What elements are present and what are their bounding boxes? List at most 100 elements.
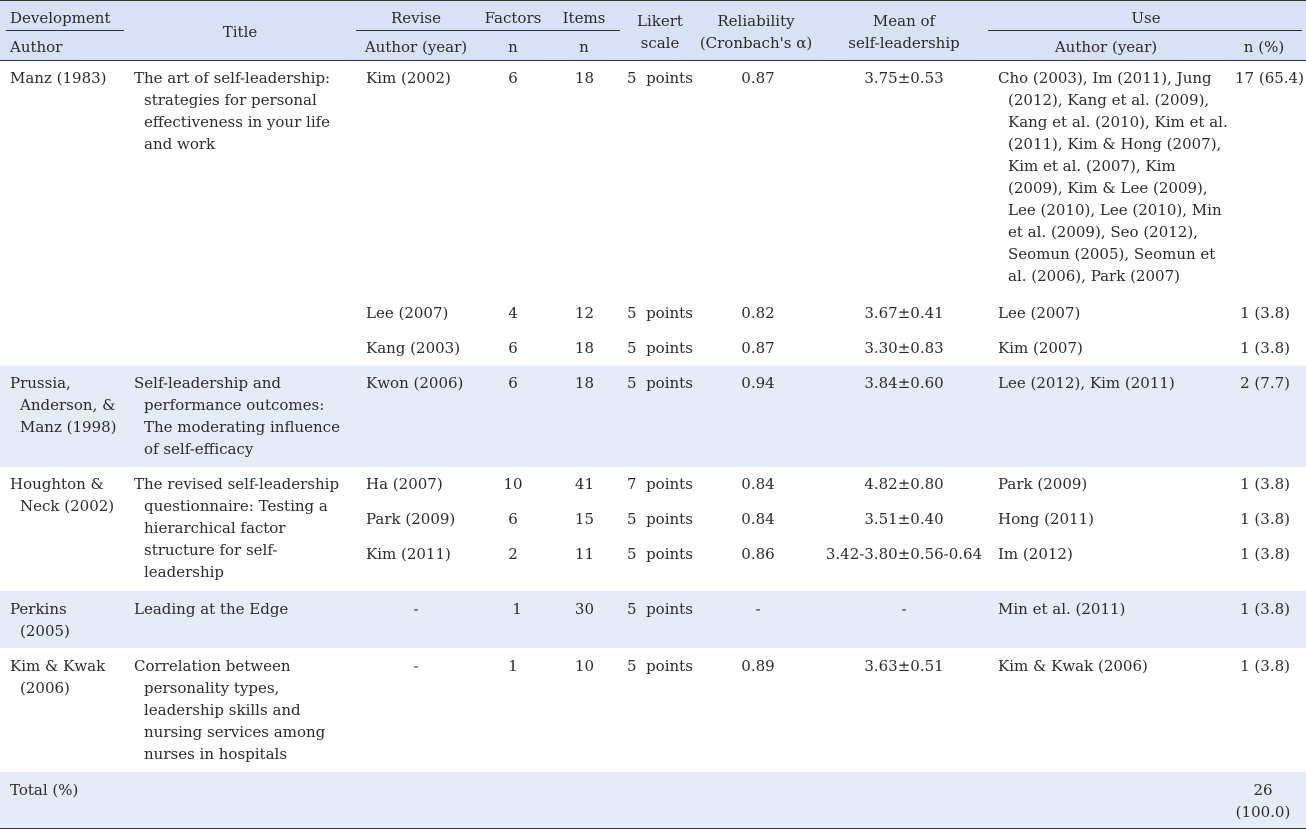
cell-use-n: 1 (3.8) xyxy=(1240,339,1290,357)
cell-likert: 5 points xyxy=(627,374,693,392)
cell-factors: 1 xyxy=(508,657,518,675)
cell-mean: 3.51±0.40 xyxy=(864,510,944,528)
cell-reliability: 0.86 xyxy=(741,545,775,563)
header-reliability-1: Reliability xyxy=(717,12,795,30)
header-mean-2: self-leadership xyxy=(848,34,960,52)
cell-reliability: 0.94 xyxy=(741,374,775,392)
header-development: Development xyxy=(10,9,111,27)
cell-use-n: 1 (3.8) xyxy=(1240,600,1290,618)
group-title: The revised self-leadership questionnair… xyxy=(134,475,340,581)
cell-revise: Ha (2007) xyxy=(366,475,443,493)
group-author: Kim & Kwak (2006) xyxy=(10,657,106,697)
cell-factors: 6 xyxy=(508,374,518,392)
total-n: 26 (100.0) xyxy=(1235,781,1291,821)
cell-revise: Park (2009) xyxy=(366,510,456,528)
cell-revise: - xyxy=(413,600,419,618)
group-title: Leading at the Edge xyxy=(134,600,289,618)
cell-factors: 2 xyxy=(508,545,518,563)
group-title: Self-leadership and performance outcomes… xyxy=(134,374,340,458)
header-items: Items xyxy=(562,9,606,27)
header-development-rule xyxy=(6,30,124,31)
cell-use-n: 1 (3.8) xyxy=(1240,304,1290,322)
cell-reliability: - xyxy=(755,600,761,618)
cell-mean: 3.63±0.51 xyxy=(864,657,944,675)
cell-use: Im (2012) xyxy=(998,545,1073,563)
cell-mean: 3.84±0.60 xyxy=(864,374,944,392)
header-factors: Factors xyxy=(484,9,542,27)
header-revise-author: Author (year) xyxy=(364,38,468,56)
cell-likert: 5 points xyxy=(627,69,693,87)
cell-revise: - xyxy=(413,657,419,675)
cell-items: 41 xyxy=(574,475,594,493)
cell-use: Lee (2007) xyxy=(998,304,1081,322)
cell-likert: 5 points xyxy=(627,657,693,675)
cell-revise: Kwon (2006) xyxy=(366,374,464,392)
cell-items: 11 xyxy=(574,545,594,563)
cell-mean: 3.67±0.41 xyxy=(864,304,944,322)
header-likert-2: scale xyxy=(640,34,680,52)
cell-use: Kim & Kwak (2006) xyxy=(998,657,1148,675)
cell-likert: 5 points xyxy=(627,510,693,528)
cell-reliability: 0.84 xyxy=(741,475,775,493)
table-group-perkins-2005: Perkins (2005) Leading at the Edge - 1 3… xyxy=(0,591,1306,648)
group-author: Perkins (2005) xyxy=(10,600,70,640)
cell-revise: Kim (2011) xyxy=(366,545,451,563)
cell-mean: 3.75±0.53 xyxy=(864,69,944,87)
table-bottom-rule xyxy=(0,828,1306,829)
header-factors-n: n xyxy=(508,38,518,56)
header-use-n: n (%) xyxy=(1243,38,1285,56)
cell-items: 18 xyxy=(574,339,594,357)
cell-reliability: 0.87 xyxy=(741,339,775,357)
header-title: Title xyxy=(222,23,258,41)
cell-likert: 7 points xyxy=(627,475,693,493)
cell-revise: Kang (2003) xyxy=(366,339,461,357)
cell-items: 18 xyxy=(574,69,594,87)
table-group-kim-kwak-2006: Kim & Kwak (2006) Correlation between pe… xyxy=(0,648,1306,772)
cell-reliability: 0.84 xyxy=(741,510,775,528)
table-header: Development Author Title Revise Factors … xyxy=(0,0,1306,61)
header-use-author: Author (year) xyxy=(1054,38,1158,56)
cell-revise: Kim (2002) xyxy=(366,69,451,87)
header-revise: Revise xyxy=(390,9,442,27)
cell-use: Lee (2012), Kim (2011) xyxy=(998,374,1175,392)
group-author: Prussia, Anderson, & Manz (1998) xyxy=(10,374,117,436)
cell-items: 15 xyxy=(574,510,594,528)
total-label: Total (%) xyxy=(10,781,79,799)
header-reliability-2: (Cronbach's α) xyxy=(699,34,813,52)
table-group-houghton-neck-2002: Houghton & Neck (2002) The revised self-… xyxy=(0,467,1306,591)
cell-factors: 1 xyxy=(512,600,522,618)
cell-use-n: 1 (3.8) xyxy=(1240,545,1290,563)
cell-use-n: 1 (3.8) xyxy=(1240,657,1290,675)
cell-factors: 6 xyxy=(508,510,518,528)
cell-reliability: 0.82 xyxy=(741,304,775,322)
cell-factors: 4 xyxy=(508,304,518,322)
cell-mean: 4.82±0.80 xyxy=(864,475,944,493)
group-title: Correlation between personality types, l… xyxy=(134,657,326,763)
cell-use-n: 1 (3.8) xyxy=(1240,510,1290,528)
table-group-prussia-1998: Prussia, Anderson, & Manz (1998) Self-le… xyxy=(0,366,1306,467)
group-title: The art of self-leadership: strategies f… xyxy=(134,69,331,153)
cell-factors: 10 xyxy=(503,475,523,493)
cell-use: Cho (2003), Im (2011), Jung (2012), Kang… xyxy=(998,69,1228,285)
header-mean-1: Mean of xyxy=(872,12,936,30)
cell-mean: - xyxy=(901,600,907,618)
cell-use-n: 1 (3.8) xyxy=(1240,475,1290,493)
cell-likert: 5 points xyxy=(627,600,693,618)
group-author: Houghton & Neck (2002) xyxy=(10,475,115,515)
cell-likert: 5 points xyxy=(627,545,693,563)
group-author: Manz (1983) xyxy=(10,69,107,87)
header-revise-rule xyxy=(356,30,620,31)
cell-use: Kim (2007) xyxy=(998,339,1083,357)
cell-revise: Lee (2007) xyxy=(366,304,449,322)
cell-items: 18 xyxy=(574,374,594,392)
cell-likert: 5 points xyxy=(627,339,693,357)
cell-likert: 5 points xyxy=(627,304,693,322)
header-author: Author xyxy=(10,38,63,56)
cell-use-n: 17 (65.4) xyxy=(1235,69,1304,87)
cell-reliability: 0.87 xyxy=(741,69,775,87)
cell-use: Park (2009) xyxy=(998,475,1088,493)
cell-reliability: 0.89 xyxy=(741,657,775,675)
cell-factors: 6 xyxy=(508,339,518,357)
cell-use: Hong (2011) xyxy=(998,510,1095,528)
header-use-rule xyxy=(988,30,1302,31)
